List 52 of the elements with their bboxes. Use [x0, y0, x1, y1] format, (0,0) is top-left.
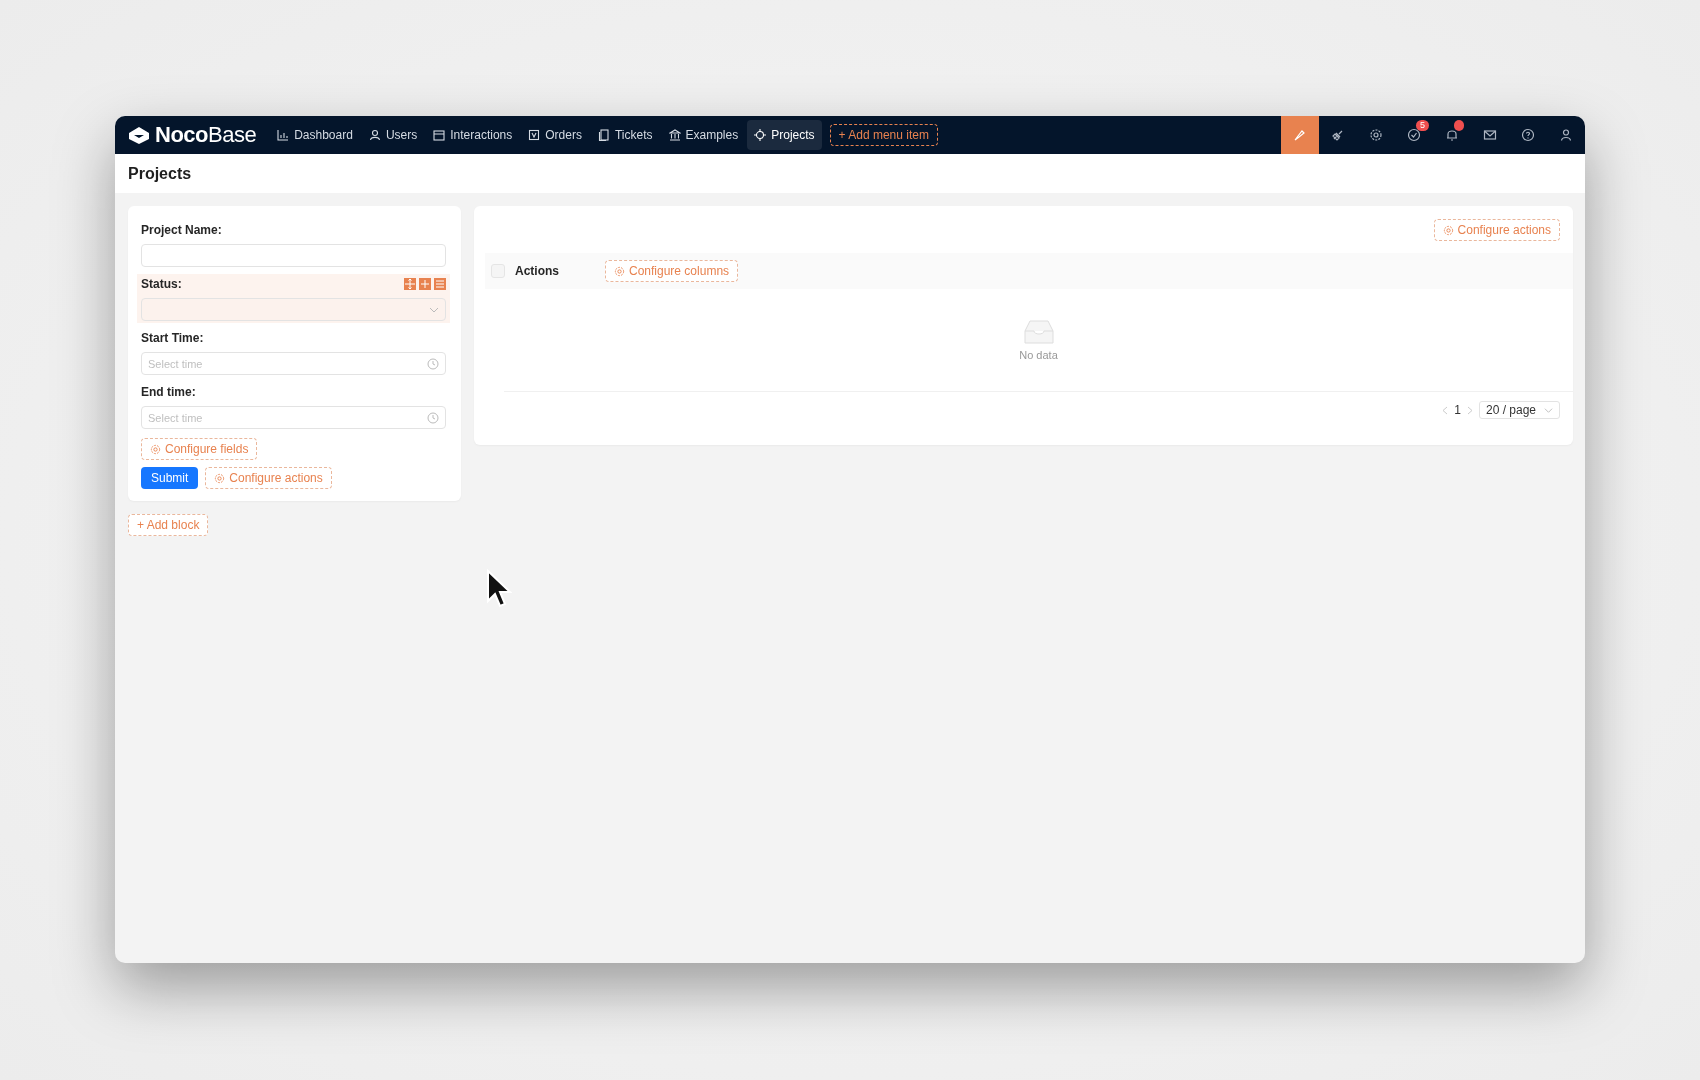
user-icon [1559, 128, 1573, 142]
clock-icon [427, 411, 439, 424]
bell-icon [1445, 128, 1459, 142]
chevron-down-icon [1544, 405, 1553, 415]
mail-icon [1483, 128, 1497, 142]
nav-item[interactable]: Users [361, 120, 425, 150]
bank-icon [668, 129, 681, 141]
help-icon [1521, 128, 1535, 142]
chart-icon [277, 129, 290, 141]
copy-icon [597, 129, 610, 141]
count-badge: 5 [1416, 120, 1429, 131]
clock-icon [427, 357, 439, 370]
field-label: Status: [141, 277, 182, 291]
cursor-icon [486, 569, 512, 609]
gear-icon [214, 472, 226, 484]
nav-item[interactable]: Interactions [426, 120, 520, 150]
toolbar-button[interactable]: 5 [1395, 116, 1433, 154]
gear-icon [614, 265, 625, 277]
user-icon [368, 129, 381, 141]
check-circle-icon [1407, 128, 1421, 142]
submit-button[interactable]: Submit [141, 467, 199, 489]
target-icon [754, 129, 767, 141]
field-label: End time: [141, 385, 196, 399]
gear-icon [1442, 224, 1454, 236]
page-size-select[interactable]: 20 / page [1478, 401, 1560, 419]
logo-icon [127, 125, 151, 145]
gear-icon [150, 443, 161, 455]
logo-text[interactable]: NocoBase [155, 122, 257, 148]
column-header: Actions [515, 264, 560, 278]
settings-icon [1369, 128, 1383, 142]
previous-page-icon[interactable] [1442, 405, 1449, 415]
select-field[interactable] [141, 298, 446, 321]
drag-icon[interactable] [404, 278, 416, 290]
menu-icon[interactable] [434, 278, 446, 290]
document-icon [528, 129, 541, 141]
next-page-icon[interactable] [1466, 405, 1473, 415]
plug-icon [1331, 128, 1345, 142]
nav-item[interactable]: Projects [747, 120, 822, 150]
field-label: Start Time: [141, 331, 204, 345]
nav-item[interactable]: Examples [661, 120, 746, 150]
add-menu-item-button[interactable]: + Add menu item [829, 124, 938, 146]
calendar-icon [433, 129, 446, 141]
nav-item[interactable]: Orders [521, 120, 589, 150]
empty-text: No data [1019, 349, 1058, 361]
nav-item[interactable]: Dashboard [270, 120, 360, 150]
text-input[interactable] [141, 244, 446, 267]
field-label: Project Name: [141, 223, 222, 237]
nav-item[interactable]: Tickets [590, 120, 660, 150]
page-number[interactable]: 1 [1454, 403, 1461, 417]
page-title: Projects [128, 164, 192, 183]
brush-icon [1293, 128, 1307, 142]
plus-icon[interactable] [419, 278, 431, 290]
